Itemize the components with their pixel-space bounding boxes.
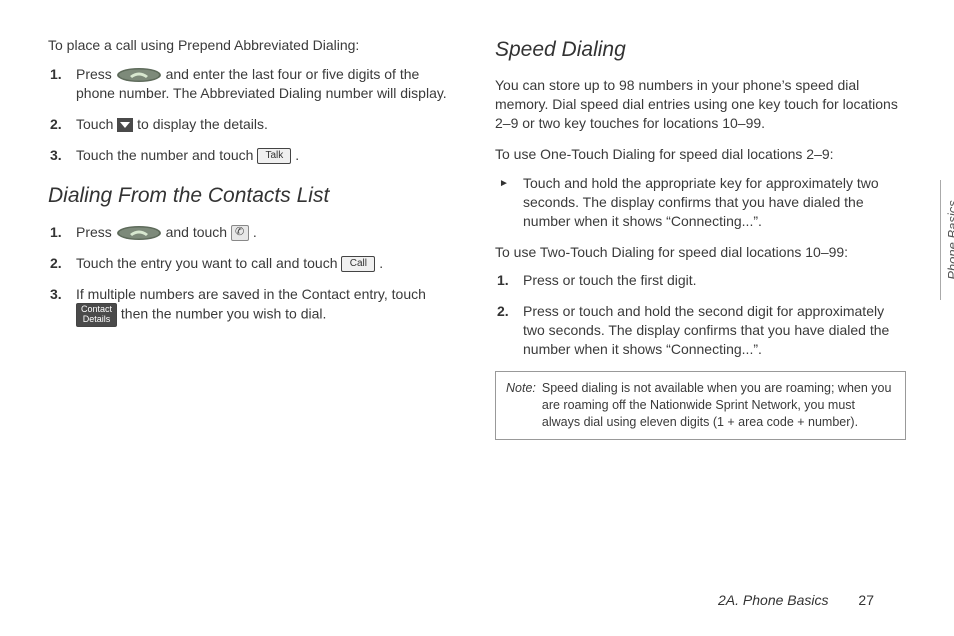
list-item: 3. Touch the number and touch Talk . [70,146,459,165]
step-text: Touch [76,116,117,132]
step-text: then the number you wish to dial. [121,306,326,322]
list-item: 2. Press or touch and hold the second di… [517,302,906,359]
step-text: If multiple numbers are saved in the Con… [76,286,426,302]
two-touch-steps: 1. Press or touch the first digit. 2. Pr… [495,271,906,359]
one-touch-list: Touch and hold the appropriate key for a… [495,174,906,231]
contacts-steps: 1. Press and touch . 2. Touch the entry … [48,223,459,327]
step-text: Press [76,224,116,240]
footer-section: 2A. Phone Basics [718,592,829,608]
section-tab: Phone Basics [940,180,954,300]
step-text: . [253,224,257,240]
talk-softkey: Talk [257,148,291,164]
note-label: Note: [506,380,536,431]
call-key-icon [116,225,162,241]
step-text: Touch the number and touch [76,147,257,163]
call-key-icon [116,67,162,83]
step-text: to display the details. [137,116,268,132]
list-item: 2. Touch the entry you want to call and … [70,254,459,273]
page-footer: 2A. Phone Basics 27 [718,592,874,608]
list-item: 1. Press or touch the first digit. [517,271,906,290]
prepend-steps: 1. Press and enter the last four or five… [48,65,459,165]
contacts-icon [231,225,249,241]
prepend-intro: To place a call using Prepend Abbreviate… [48,36,459,55]
contacts-heading: Dialing From the Contacts List [48,182,459,210]
page-number: 27 [858,592,874,608]
step-text: Press [76,66,116,82]
right-column: Speed Dialing You can store up to 98 num… [495,36,906,440]
list-item: 2. Touch to display the details. [70,115,459,134]
speed-dial-heading: Speed Dialing [495,36,906,64]
step-text: Press or touch and hold the second digit… [523,303,889,357]
left-column: To place a call using Prepend Abbreviate… [48,36,459,440]
step-text: . [379,255,383,271]
contact-details-softkey: Contact Details [76,303,117,327]
list-item: Touch and hold the appropriate key for a… [517,174,906,231]
note-body: Speed dialing is not available when you … [542,380,895,431]
step-text: Touch the entry you want to call and tou… [76,255,341,271]
list-item: 1. Press and touch . [70,223,459,242]
list-item: 1. Press and enter the last four or five… [70,65,459,103]
one-touch-intro: To use One-Touch Dialing for speed dial … [495,145,906,164]
note-box: Note: Speed dialing is not available whe… [495,371,906,440]
step-text: and touch [166,224,231,240]
list-item: 3. If multiple numbers are saved in the … [70,285,459,328]
step-text: Press or touch the first digit. [523,272,697,288]
page-content: To place a call using Prepend Abbreviate… [0,0,954,440]
two-touch-intro: To use Two-Touch Dialing for speed dial … [495,243,906,262]
dropdown-icon [117,118,133,132]
call-softkey: Call [341,256,375,272]
step-text: . [295,147,299,163]
speed-dial-body: You can store up to 98 numbers in your p… [495,76,906,133]
